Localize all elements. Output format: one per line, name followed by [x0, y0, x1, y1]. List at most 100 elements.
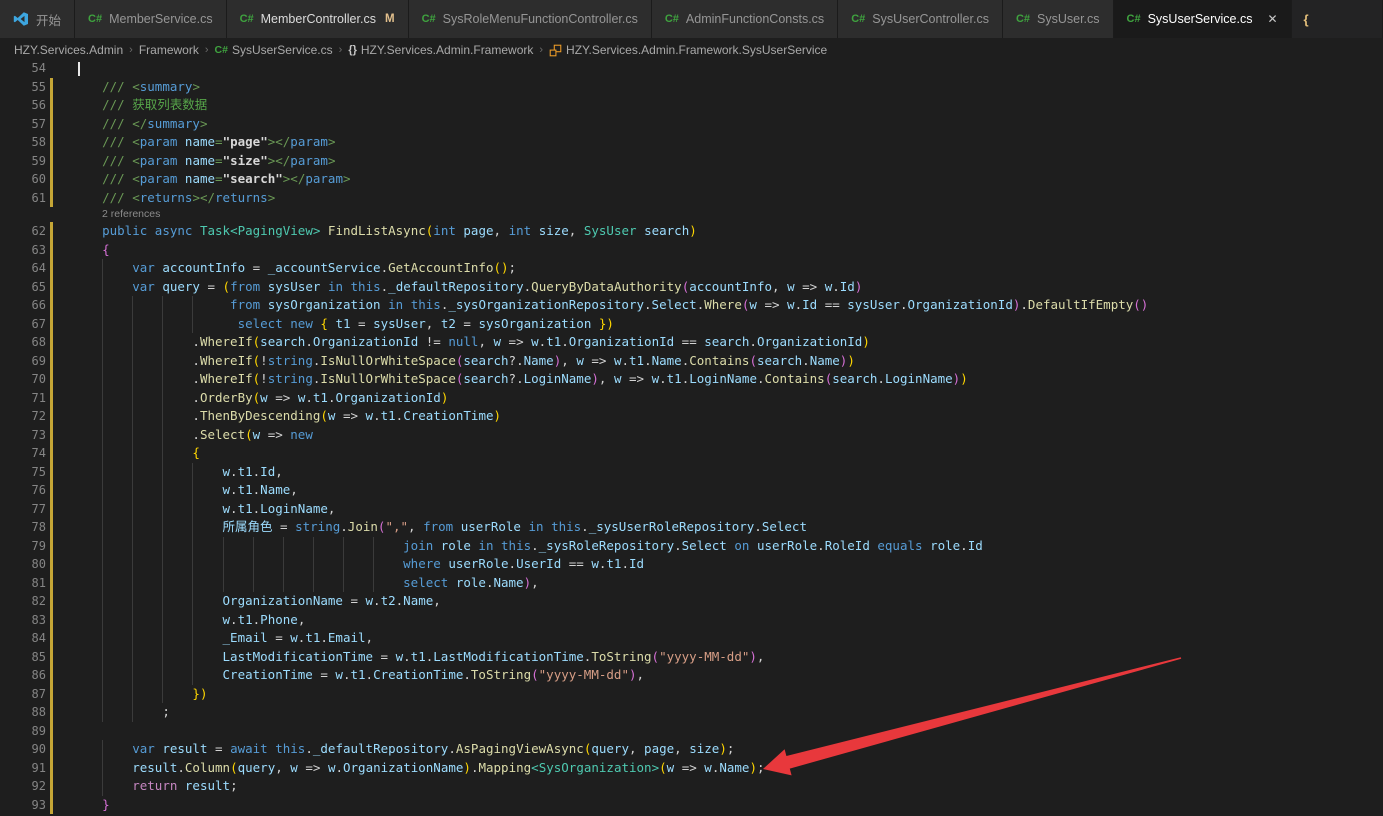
gutter[interactable]: 69 [0, 352, 54, 371]
code-line-73[interactable]: 73 .Select(w => new [0, 426, 1383, 445]
code-text[interactable]: return result; [72, 777, 1383, 796]
gutter[interactable]: 87 [0, 685, 54, 704]
code-line-79[interactable]: 79 join role in this._sysRoleRepository.… [0, 537, 1383, 556]
code-text[interactable] [72, 722, 1383, 741]
code-line-87[interactable]: 87 }) [0, 685, 1383, 704]
tab-membercontroller-cs[interactable]: C#MemberController.csM [227, 0, 409, 38]
code-line-67[interactable]: 67 select new { t1 = sysUser, t2 = sysOr… [0, 315, 1383, 334]
gutter[interactable]: 72 [0, 407, 54, 426]
gutter[interactable]: 85 [0, 648, 54, 667]
gutter[interactable]: 91 [0, 759, 54, 778]
tab-adminfunctionconsts-cs[interactable]: C#AdminFunctionConsts.cs [652, 0, 838, 38]
code-text[interactable] [72, 62, 1383, 78]
gutter[interactable]: 78 [0, 518, 54, 537]
code-line-85[interactable]: 85 LastModificationTime = w.t1.LastModif… [0, 648, 1383, 667]
code-line-81[interactable]: 81 select role.Name), [0, 574, 1383, 593]
tab-sysuserservice-cs[interactable]: C#SysUserService.cs✕ [1114, 0, 1292, 38]
code-text[interactable]: select new { t1 = sysUser, t2 = sysOrgan… [72, 315, 1383, 334]
tab-sysuser-cs[interactable]: C#SysUser.cs [1003, 0, 1114, 38]
code-line-65[interactable]: 65 var query = (from sysUser in this._de… [0, 278, 1383, 297]
code-line-55[interactable]: 55 /// <summary> [0, 78, 1383, 97]
tab-sysrolemenufunctioncontroller-cs[interactable]: C#SysRoleMenuFunctionController.cs [409, 0, 652, 38]
code-text[interactable]: .WhereIf(!string.IsNullOrWhiteSpace(sear… [72, 352, 1383, 371]
gutter[interactable]: 58 [0, 133, 54, 152]
code-line-71[interactable]: 71 .OrderBy(w => w.t1.OrganizationId) [0, 389, 1383, 408]
gutter[interactable]: 90 [0, 740, 54, 759]
code-line-61[interactable]: 61 /// <returns></returns> [0, 189, 1383, 208]
code-text[interactable]: OrganizationName = w.t2.Name, [72, 592, 1383, 611]
gutter[interactable]: 89 [0, 722, 54, 741]
code-text[interactable]: LastModificationTime = w.t1.LastModifica… [72, 648, 1383, 667]
code-line-74[interactable]: 74 { [0, 444, 1383, 463]
code-line-57[interactable]: 57 /// </summary> [0, 115, 1383, 134]
gutter[interactable]: 81 [0, 574, 54, 593]
gutter[interactable]: 83 [0, 611, 54, 630]
code-text[interactable]: /// </summary> [72, 115, 1383, 134]
code-line-91[interactable]: 91 result.Column(query, w => w.Organizat… [0, 759, 1383, 778]
code-text[interactable]: /// <returns></returns> [72, 189, 1383, 208]
code-line-90[interactable]: 90 var result = await this._defaultRepos… [0, 740, 1383, 759]
code-text[interactable]: 所属角色 = string.Join(",", from userRole in… [72, 518, 1383, 537]
gutter[interactable]: 79 [0, 537, 54, 556]
code-text[interactable]: var result = await this._defaultReposito… [72, 740, 1383, 759]
code-text[interactable]: /// <param name="page"></param> [72, 133, 1383, 152]
code-line-68[interactable]: 68 .WhereIf(search.OrganizationId != nul… [0, 333, 1383, 352]
code-text[interactable]: /// <param name="search"></param> [72, 170, 1383, 189]
code-line-86[interactable]: 86 CreationTime = w.t1.CreationTime.ToSt… [0, 666, 1383, 685]
gutter[interactable]: 61 [0, 189, 54, 208]
gutter[interactable]: 59 [0, 152, 54, 171]
gutter[interactable]: 64 [0, 259, 54, 278]
code-line-80[interactable]: 80 where userRole.UserId == w.t1.Id [0, 555, 1383, 574]
gutter[interactable]: 88 [0, 703, 54, 722]
code-line-60[interactable]: 60 /// <param name="search"></param> [0, 170, 1383, 189]
tab--[interactable]: 开始 [0, 0, 75, 38]
gutter[interactable]: 56 [0, 96, 54, 115]
gutter[interactable]: 76 [0, 481, 54, 500]
gutter[interactable]: 67 [0, 315, 54, 334]
gutter[interactable]: 86 [0, 666, 54, 685]
code-text[interactable]: w.t1.Name, [72, 481, 1383, 500]
code-line-77[interactable]: 77 w.t1.LoginName, [0, 500, 1383, 519]
code-line-84[interactable]: 84 _Email = w.t1.Email, [0, 629, 1383, 648]
code-line-75[interactable]: 75 w.t1.Id, [0, 463, 1383, 482]
gutter[interactable]: 80 [0, 555, 54, 574]
code-line-58[interactable]: 58 /// <param name="page"></param> [0, 133, 1383, 152]
code-text[interactable]: join role in this._sysRoleRepository.Sel… [72, 537, 1383, 556]
tab-sysusercontroller-cs[interactable]: C#SysUserController.cs [838, 0, 1003, 38]
code-text[interactable]: /// 获取列表数据 [72, 96, 1383, 115]
gutter[interactable]: 93 [0, 796, 54, 815]
gutter[interactable]: 77 [0, 500, 54, 519]
gutter[interactable]: 70 [0, 370, 54, 389]
code-line-92[interactable]: 92 return result; [0, 777, 1383, 796]
code-text[interactable]: var query = (from sysUser in this._defau… [72, 278, 1383, 297]
code-text[interactable]: /// <summary> [72, 78, 1383, 97]
code-line-56[interactable]: 56 /// 获取列表数据 [0, 96, 1383, 115]
close-icon[interactable]: ✕ [1267, 12, 1277, 26]
breadcrumb-item[interactable]: HZY.Services.Admin.Framework.SysUserServ… [549, 43, 827, 57]
tab-memberservice-cs[interactable]: C#MemberService.cs [75, 0, 227, 38]
gutter[interactable]: 74 [0, 444, 54, 463]
gutter[interactable]: 68 [0, 333, 54, 352]
code-text[interactable]: } [72, 796, 1383, 815]
code-text[interactable]: result.Column(query, w => w.Organization… [72, 759, 1383, 778]
code-line-82[interactable]: 82 OrganizationName = w.t2.Name, [0, 592, 1383, 611]
gutter[interactable]: 92 [0, 777, 54, 796]
code-line-66[interactable]: 66 from sysOrganization in this._sysOrga… [0, 296, 1383, 315]
gutter[interactable]: 66 [0, 296, 54, 315]
gutter[interactable]: 54 [0, 62, 54, 78]
code-text[interactable]: .ThenByDescending(w => w.t1.CreationTime… [72, 407, 1383, 426]
gutter[interactable]: 65 [0, 278, 54, 297]
gutter[interactable]: 75 [0, 463, 54, 482]
tab-partial[interactable]: { [1292, 0, 1383, 38]
code-editor[interactable]: 5455 /// <summary>56 /// 获取列表数据57 /// </… [0, 62, 1383, 816]
code-line-72[interactable]: 72 .ThenByDescending(w => w.t1.CreationT… [0, 407, 1383, 426]
gutter[interactable]: 55 [0, 78, 54, 97]
gutter[interactable]: 84 [0, 629, 54, 648]
breadcrumb-item[interactable]: {}HZY.Services.Admin.Framework [348, 43, 533, 57]
code-text[interactable]: w.t1.LoginName, [72, 500, 1383, 519]
code-text[interactable]: from sysOrganization in this._sysOrganiz… [72, 296, 1383, 315]
code-line-54[interactable]: 54 [0, 62, 1383, 78]
code-line-88[interactable]: 88 ; [0, 703, 1383, 722]
code-text[interactable]: w.t1.Id, [72, 463, 1383, 482]
code-text[interactable]: .Select(w => new [72, 426, 1383, 445]
